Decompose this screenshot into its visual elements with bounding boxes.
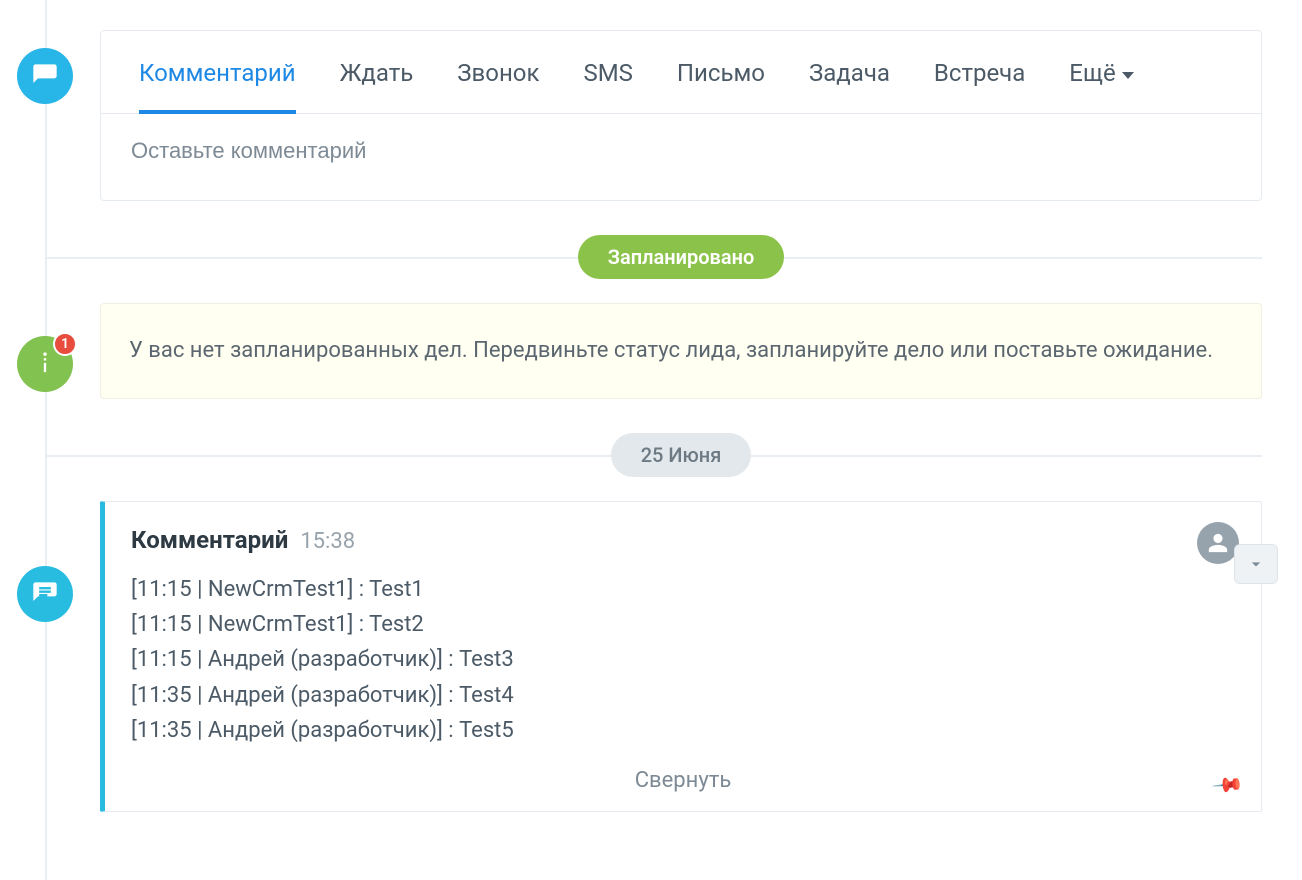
collapse-button[interactable]: Свернуть <box>131 762 1235 801</box>
info-badge: 1 <box>53 332 77 356</box>
tab-more[interactable]: Ещё <box>1047 31 1155 113</box>
planned-divider: Запланировано <box>100 235 1262 279</box>
tab-email[interactable]: Письмо <box>655 31 787 113</box>
comment-line: [11:35 | Андрей (разработчик)] : Test5 <box>131 713 1235 748</box>
activity-tabs-card: Комментарий Ждать Звонок SMS Письмо Зада… <box>100 30 1262 201</box>
comment-header: Комментарий 15:38 <box>131 526 1235 554</box>
chat-bubble-icon <box>17 48 73 104</box>
tab-wait[interactable]: Ждать <box>318 31 436 113</box>
chevron-down-icon <box>1122 72 1134 79</box>
tab-sms[interactable]: SMS <box>561 31 654 113</box>
info-icon: 1 <box>17 336 73 392</box>
tab-meeting[interactable]: Встреча <box>912 31 1047 113</box>
tab-call[interactable]: Звонок <box>435 31 561 113</box>
comment-time: 15:38 <box>300 529 355 554</box>
comment-line: [11:15 | NewCrmTest1] : Test2 <box>131 607 1235 642</box>
author-avatar[interactable] <box>1197 522 1239 564</box>
comment-line: [11:15 | Андрей (разработчик)] : Test3 <box>131 642 1235 677</box>
tab-comment[interactable]: Комментарий <box>117 31 318 113</box>
planned-badge: Запланировано <box>578 235 785 279</box>
comment-input[interactable] <box>131 138 1231 164</box>
tab-more-label: Ещё <box>1069 59 1115 87</box>
comment-entry: Комментарий 15:38 [11:15 | NewCrmTest1] … <box>100 501 1262 812</box>
scroll-down-toggle[interactable] <box>1234 544 1278 584</box>
comment-body: [11:15 | NewCrmTest1] : Test1 [11:15 | N… <box>131 572 1235 748</box>
no-planned-notice: У вас нет запланированных дел. Передвинь… <box>100 303 1262 399</box>
date-badge: 25 Июня <box>611 433 752 477</box>
date-divider: 25 Июня <box>100 433 1262 477</box>
activity-tabs: Комментарий Ждать Звонок SMS Письмо Зада… <box>101 31 1261 114</box>
comment-line: [11:15 | NewCrmTest1] : Test1 <box>131 572 1235 607</box>
timeline-line <box>45 0 47 880</box>
comment-line: [11:35 | Андрей (разработчик)] : Test4 <box>131 678 1235 713</box>
comment-lines-icon <box>17 566 73 622</box>
tab-task[interactable]: Задача <box>787 31 912 113</box>
comment-title: Комментарий <box>131 526 288 554</box>
comment-input-row <box>101 114 1261 200</box>
